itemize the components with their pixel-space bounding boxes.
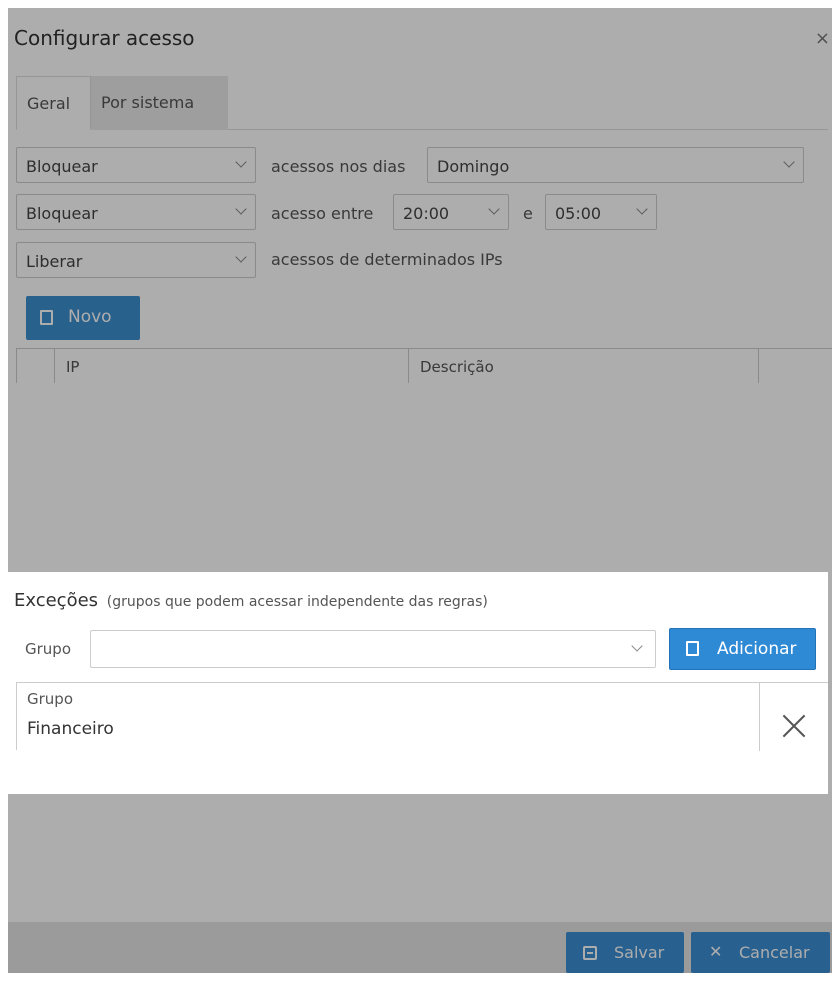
- chevron-down-icon: [235, 203, 247, 215]
- time-from-select[interactable]: 20:00: [393, 194, 509, 230]
- time-label: acesso entre: [271, 204, 374, 223]
- group-column-header: Grupo: [27, 690, 73, 708]
- days-value: Domingo: [437, 157, 510, 176]
- close-icon: ✕: [709, 942, 723, 961]
- ips-action-value: Liberar: [26, 252, 83, 271]
- time-action-select[interactable]: Bloquear: [16, 194, 256, 230]
- dialog-title: Configurar acesso: [14, 26, 195, 50]
- file-icon: [40, 310, 53, 325]
- exceptions-title: Exceções (grupos que podem acessar indep…: [14, 590, 488, 611]
- group-select[interactable]: [90, 630, 656, 668]
- tab-por-sistema[interactable]: Por sistema: [91, 76, 228, 130]
- chevron-down-icon: [235, 251, 247, 263]
- group-label: Grupo: [25, 640, 71, 658]
- new-ip-button-label: Novo: [68, 307, 112, 327]
- time-action-value: Bloquear: [26, 204, 98, 223]
- description-column-header: Descrição: [408, 349, 758, 383]
- save-button-label: Salvar: [614, 943, 665, 962]
- chevron-down-icon: [235, 156, 247, 168]
- tab-bar: Geral Por sistema: [16, 76, 828, 130]
- close-icon[interactable]: ×: [815, 28, 830, 49]
- delete-row-icon[interactable]: [781, 713, 807, 739]
- ip-table-checkbox-col: [16, 349, 54, 383]
- configure-access-dialog: Configurar acesso × Geral Por sistema Bl…: [8, 8, 832, 973]
- cancel-button[interactable]: ✕ Cancelar: [691, 932, 830, 973]
- dialog-titlebar: Configurar acesso ×: [8, 8, 832, 72]
- exceptions-panel: Exceções (grupos que podem acessar indep…: [8, 572, 828, 794]
- ip-column-header: IP: [54, 349, 408, 383]
- days-label: acessos nos dias: [271, 157, 406, 176]
- add-group-button[interactable]: Adicionar: [669, 628, 816, 670]
- save-button[interactable]: Salvar: [566, 932, 684, 973]
- tab-geral[interactable]: Geral: [16, 76, 91, 130]
- ip-table-actions-col: [758, 349, 832, 383]
- ip-table-header: IP Descrição: [16, 348, 832, 383]
- ips-label: acessos de determinados IPs: [271, 250, 503, 269]
- table-row: Financeiro: [27, 719, 114, 739]
- exceptions-heading: Exceções: [14, 590, 99, 611]
- days-action-value: Bloquear: [26, 157, 98, 176]
- days-select[interactable]: Domingo: [427, 147, 804, 183]
- time-and-label: e: [523, 204, 533, 223]
- time-to-value: 05:00: [555, 204, 602, 223]
- file-icon: [686, 641, 699, 656]
- time-from-value: 20:00: [403, 204, 450, 223]
- chevron-down-icon: [783, 156, 795, 168]
- exceptions-table: Grupo Financeiro: [16, 682, 828, 751]
- time-to-select[interactable]: 05:00: [545, 194, 657, 230]
- days-action-select[interactable]: Bloquear: [16, 147, 256, 183]
- exceptions-subtitle: (grupos que podem acessar independente d…: [106, 594, 488, 610]
- column-divider: [759, 683, 760, 751]
- chevron-down-icon: [636, 203, 648, 215]
- save-icon: [583, 946, 597, 960]
- chevron-down-icon: [631, 640, 643, 652]
- add-group-button-label: Adicionar: [717, 639, 797, 659]
- dialog-footer: Salvar ✕ Cancelar: [8, 922, 832, 973]
- new-ip-button[interactable]: Novo: [26, 296, 140, 340]
- ips-action-select[interactable]: Liberar: [16, 242, 256, 278]
- cancel-button-label: Cancelar: [739, 943, 810, 962]
- chevron-down-icon: [488, 203, 500, 215]
